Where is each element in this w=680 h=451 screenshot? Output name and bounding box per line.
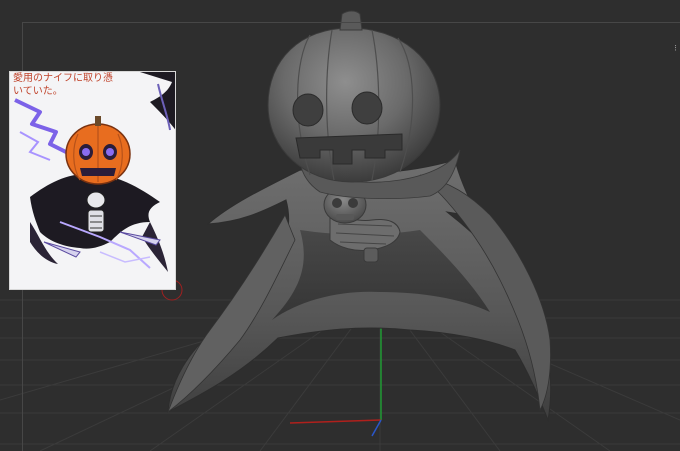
scroll-indicator-icon: ⁝ [674, 44, 677, 54]
3d-viewport[interactable]: 愛用のナイフに取り憑 いていた。 ⁝ [0, 0, 680, 451]
reference-illustration [14, 72, 175, 272]
reference-caption: 愛用のナイフに取り憑 いていた。 [13, 73, 113, 97]
reference-image-panel[interactable]: 愛用のナイフに取り憑 いていた。 [9, 71, 176, 290]
